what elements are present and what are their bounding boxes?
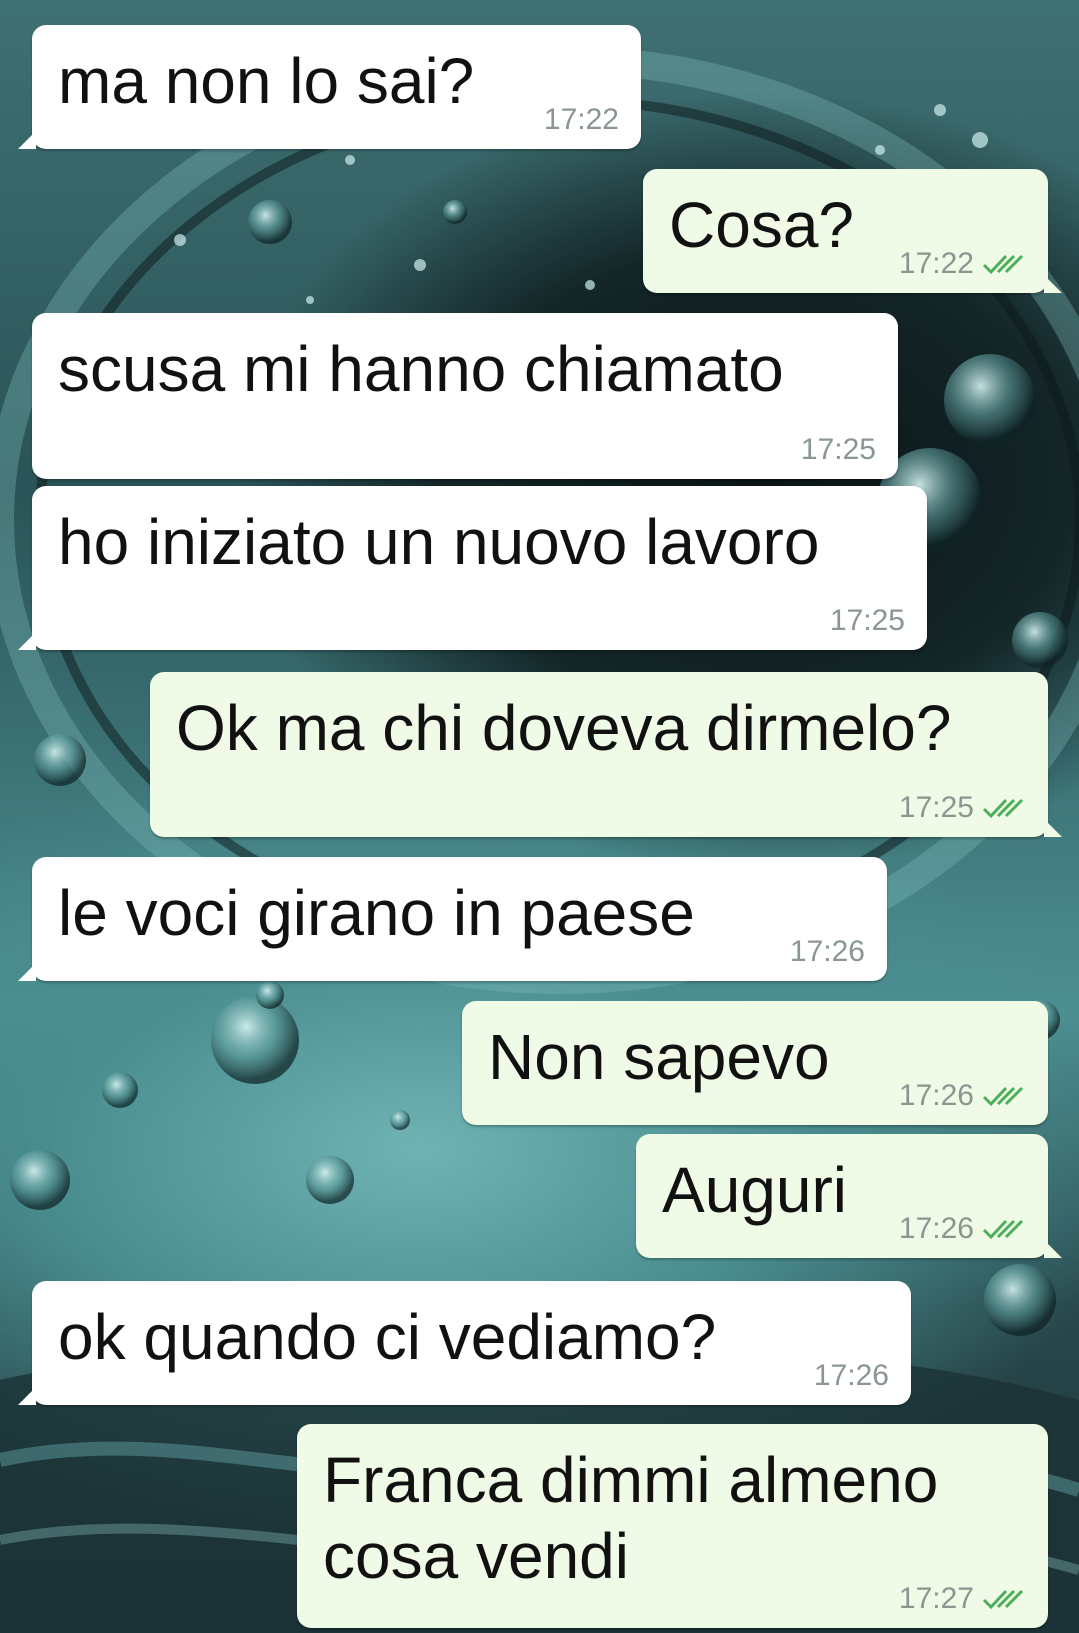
read-double-check-icon <box>982 1217 1026 1241</box>
message-timestamp: 17:26 <box>813 1359 889 1392</box>
incoming-message-bubble[interactable]: ho iniziato un nuovo lavoro 17:25 <box>18 486 927 650</box>
message-text: ok quando ci vediamo? <box>58 1301 717 1373</box>
outgoing-message-bubble[interactable]: Non sapevo 17:26 <box>462 1001 1048 1125</box>
message-text: Non sapevo <box>488 1021 830 1093</box>
message-timestamp: 17:22 <box>898 247 974 280</box>
message-text: Ok ma chi doveva dirmelo? <box>176 692 952 764</box>
message-meta: 17:27 <box>899 1582 1026 1616</box>
message-meta: 17:26 <box>814 1359 889 1393</box>
incoming-message-bubble[interactable]: scusa mi hanno chiamato 17:25 <box>32 313 898 479</box>
message-text: scusa mi hanno chiamato <box>58 333 784 405</box>
message-meta: 17:25 <box>801 433 876 467</box>
outgoing-message-bubble[interactable]: Franca dimmi almeno cosa vendi 17:27 <box>297 1424 1048 1628</box>
read-double-check-icon <box>982 796 1026 820</box>
message-text: ho iniziato un nuovo lavoro <box>58 506 820 578</box>
message-meta: 17:25 <box>899 791 1026 825</box>
message-text: Franca dimmi almeno cosa vendi <box>323 1444 939 1592</box>
message-timestamp: 17:26 <box>898 1079 974 1112</box>
message-text: le voci girano in paese <box>58 877 695 949</box>
message-timestamp: 17:27 <box>898 1582 974 1615</box>
read-double-check-icon <box>982 1084 1026 1108</box>
outgoing-message-bubble[interactable]: Ok ma chi doveva dirmelo? 17:25 <box>150 672 1062 837</box>
incoming-message-bubble[interactable]: ma non lo sai? 17:22 <box>18 25 641 149</box>
read-double-check-icon <box>982 252 1026 276</box>
outgoing-message-bubble[interactable]: Cosa? 17:22 <box>643 169 1062 293</box>
message-meta: 17:26 <box>790 935 865 969</box>
incoming-message-bubble[interactable]: le voci girano in paese 17:26 <box>18 857 887 981</box>
message-meta: 17:25 <box>830 604 905 638</box>
message-meta: 17:22 <box>899 247 1026 281</box>
message-meta: 17:22 <box>544 103 619 137</box>
message-timestamp: 17:25 <box>829 604 905 637</box>
message-timestamp: 17:26 <box>789 935 865 968</box>
outgoing-message-bubble[interactable]: Auguri 17:26 <box>636 1134 1062 1258</box>
message-text: ma non lo sai? <box>58 45 475 117</box>
incoming-message-bubble[interactable]: ok quando ci vediamo? 17:26 <box>18 1281 911 1405</box>
message-meta: 17:26 <box>899 1079 1026 1113</box>
message-text: Auguri <box>662 1154 847 1226</box>
message-timestamp: 17:25 <box>898 791 974 824</box>
message-timestamp: 17:25 <box>800 433 876 466</box>
message-text: Cosa? <box>669 189 854 261</box>
message-timestamp: 17:26 <box>898 1212 974 1245</box>
read-double-check-icon <box>982 1587 1026 1611</box>
chat-message-list[interactable]: ma non lo sai? 17:22 Cosa? 17:22 scusa m… <box>0 0 1079 1633</box>
message-timestamp: 17:22 <box>543 103 619 136</box>
message-meta: 17:26 <box>899 1212 1026 1246</box>
